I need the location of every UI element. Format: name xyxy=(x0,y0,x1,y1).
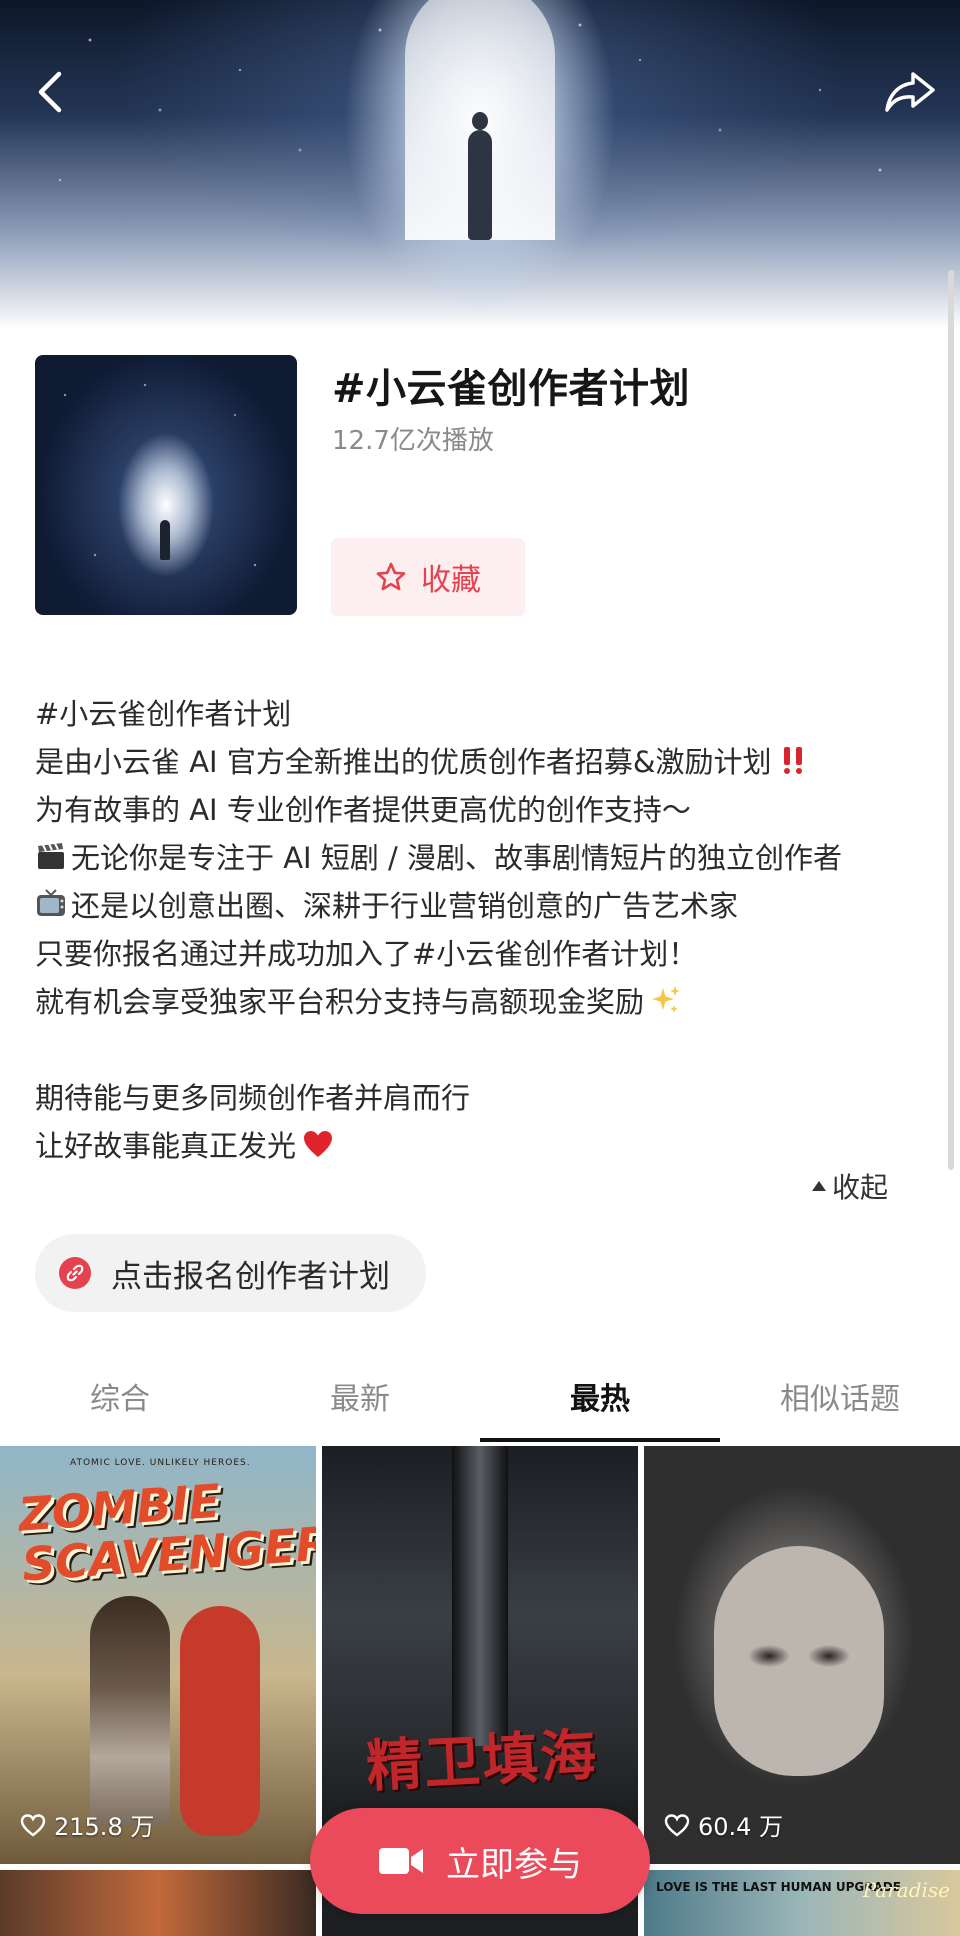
description-line: #小云雀创作者计划 xyxy=(35,697,292,731)
topic-hero-banner xyxy=(0,0,960,330)
sparkles-icon xyxy=(652,986,681,1013)
poster-title: ZOMBIE SCAVENGER xyxy=(16,1473,316,1592)
scrollbar[interactable] xyxy=(948,270,954,1170)
tab-overall[interactable]: 综合 xyxy=(0,1372,240,1444)
triangle-up-icon xyxy=(811,1181,826,1191)
poster-tower xyxy=(452,1446,508,1746)
star-icon xyxy=(376,562,406,591)
collapse-label: 收起 xyxy=(831,1171,888,1204)
poster-face xyxy=(714,1546,884,1776)
double-exclamation-icon xyxy=(784,747,803,774)
poster-woman-figure xyxy=(180,1606,260,1836)
poster-robot-figure xyxy=(90,1596,170,1826)
link-icon xyxy=(59,1257,91,1289)
join-now-button[interactable]: 立即参与 xyxy=(310,1808,650,1914)
topic-play-count: 12.7亿次播放 xyxy=(332,426,494,456)
tab-similar-topics[interactable]: 相似话题 xyxy=(720,1372,960,1444)
back-button[interactable] xyxy=(22,64,78,120)
tab-hottest[interactable]: 最热 xyxy=(480,1372,720,1444)
like-count: 215.8 万 xyxy=(20,1807,154,1842)
description-line: 只要你报名通过并成功加入了#小云雀创作者计划！ xyxy=(35,937,698,971)
description-line: 为有故事的 AI 专业创作者提供更高优的创作支持～ xyxy=(35,793,691,827)
description-line: 就有机会享受独家平台积分支持与高额现金奖励 xyxy=(35,978,915,1026)
tab-latest[interactable]: 最新 xyxy=(240,1372,480,1444)
video-camera-icon xyxy=(379,1848,423,1874)
clapperboard-icon xyxy=(38,843,64,869)
video-card[interactable]: ATOMIC LOVE. UNLIKELY HEROES. ZOMBIE SCA… xyxy=(0,1446,316,1864)
description-line: 无论你是专注于 AI 短剧 / 漫剧、故事剧情短片的独立创作者 xyxy=(35,834,915,882)
heart-outline-icon xyxy=(664,1813,690,1837)
video-card[interactable] xyxy=(0,1870,316,1936)
description-line: 让好故事能真正发光 xyxy=(35,1122,915,1170)
signup-link-button[interactable]: 点击报名创作者计划 xyxy=(35,1234,426,1312)
hero-figure xyxy=(468,112,492,240)
share-button[interactable] xyxy=(882,64,938,120)
poster-tagline: ATOMIC LOVE. UNLIKELY HEROES. xyxy=(70,1458,251,1468)
chevron-left-icon xyxy=(38,71,62,113)
video-card[interactable]: 60.4 万 xyxy=(644,1446,960,1864)
description-line: 期待能与更多同频创作者并肩而行 xyxy=(35,1081,471,1115)
video-card[interactable]: 精卫填海 xyxy=(322,1446,638,1864)
television-icon xyxy=(37,889,65,916)
signup-link-label: 点击报名创作者计划 xyxy=(111,1258,390,1295)
red-heart-icon xyxy=(304,1131,333,1157)
topic-description: #小云雀创作者计划 是由小云雀 AI 官方全新推出的优质创作者招募&激励计划 为… xyxy=(35,690,915,1170)
poster-badge: Paradise xyxy=(862,1878,950,1902)
favorite-button[interactable]: 收藏 xyxy=(331,538,525,616)
topic-cover-image xyxy=(35,355,297,615)
favorite-label: 收藏 xyxy=(421,563,481,598)
content-tabs: 综合 最新 最热 相似话题 xyxy=(0,1372,960,1444)
like-count: 60.4 万 xyxy=(664,1807,783,1842)
description-line: 还是以创意出圈、深耕于行业营销创意的广告艺术家 xyxy=(35,882,915,930)
join-now-label: 立即参与 xyxy=(446,1844,582,1885)
video-card[interactable]: LOVE IS THE LAST HUMAN UPGRADE Paradise xyxy=(644,1870,960,1936)
topic-title: #小云雀创作者计划 xyxy=(332,366,691,412)
collapse-description-button[interactable]: 收起 xyxy=(810,1166,888,1206)
share-arrow-icon xyxy=(885,72,935,112)
description-line: 是由小云雀 AI 官方全新推出的优质创作者招募&激励计划 xyxy=(35,738,915,786)
poster-title: 精卫填海 xyxy=(364,1722,600,1801)
heart-outline-icon xyxy=(20,1813,46,1837)
